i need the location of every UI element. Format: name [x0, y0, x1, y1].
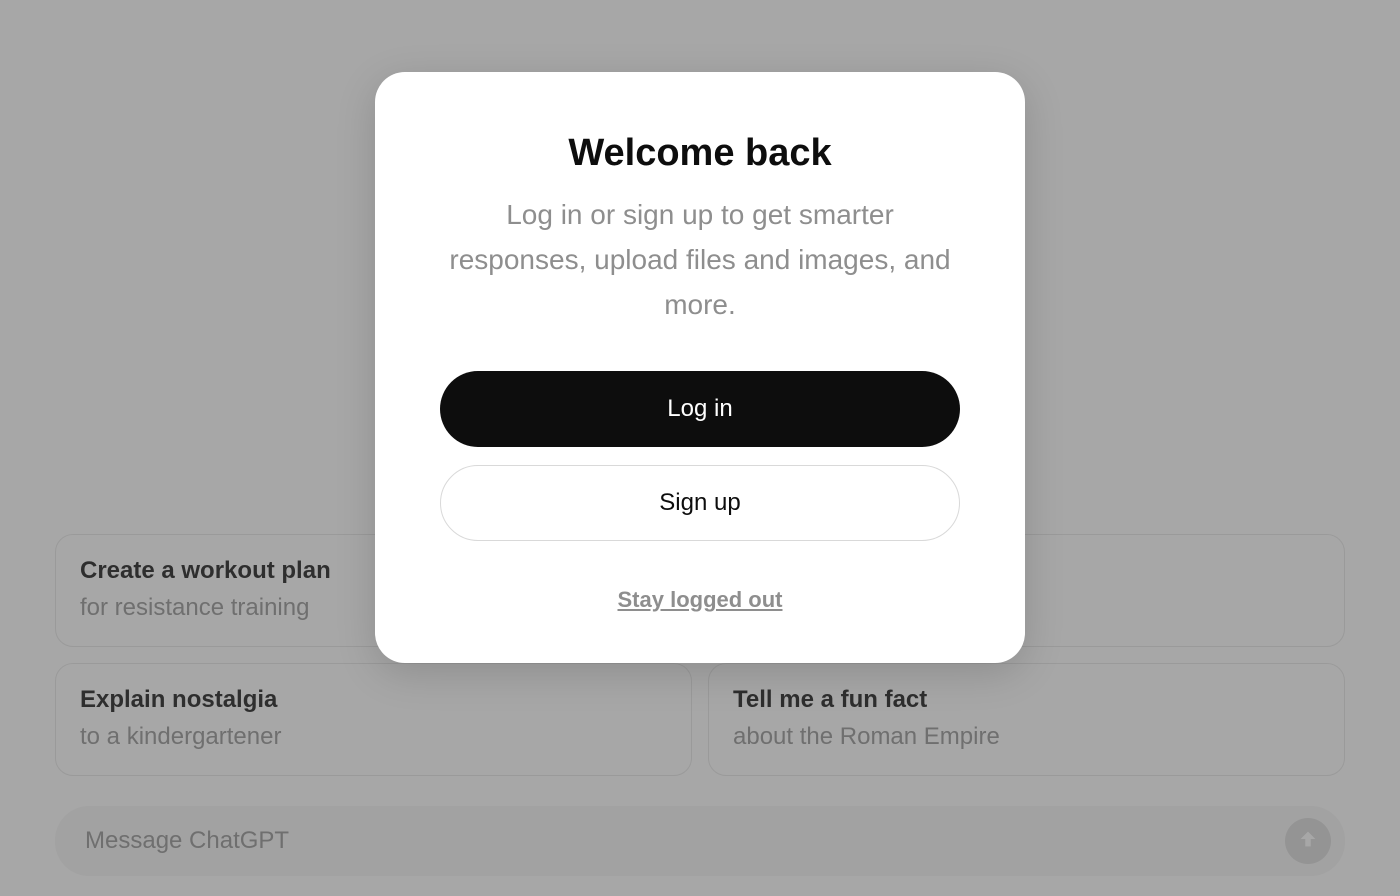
auth-modal: Welcome back Log in or sign up to get sm… — [375, 72, 1025, 663]
stay-logged-out-link[interactable]: Stay logged out — [618, 587, 783, 613]
signup-button[interactable]: Sign up — [440, 465, 960, 541]
modal-overlay: Welcome back Log in or sign up to get sm… — [0, 0, 1400, 896]
modal-title: Welcome back — [435, 132, 965, 175]
login-button[interactable]: Log in — [440, 371, 960, 447]
modal-subtitle: Log in or sign up to get smarter respons… — [435, 193, 965, 327]
